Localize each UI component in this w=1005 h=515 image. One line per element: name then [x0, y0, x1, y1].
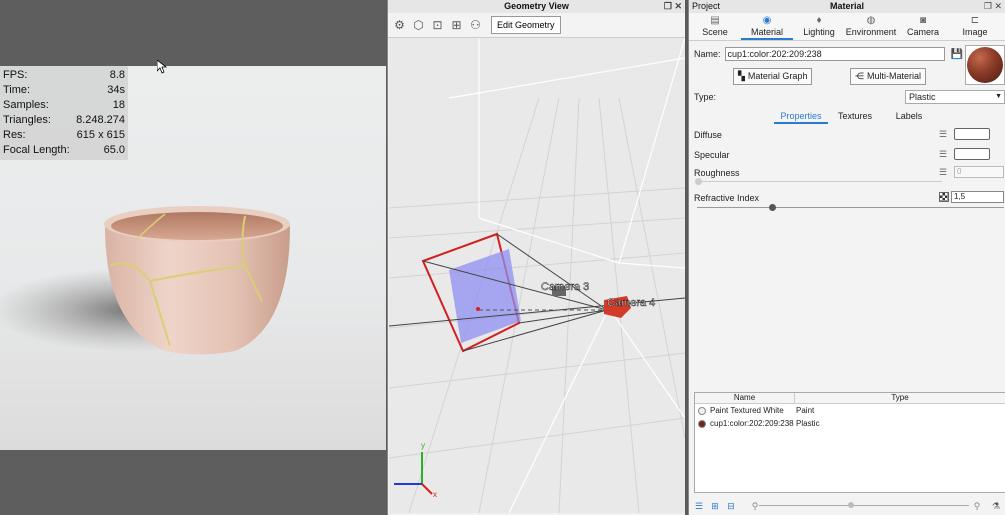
render-stats-overlay: FPS: 8.8 Time: 34s Samples: 18 Triangles: 8.…: [0, 66, 128, 160]
environment-icon: ◍: [866, 15, 876, 26]
zoom-in-icon[interactable]: ⚲: [972, 501, 982, 512]
stat-time: Time: 34s: [3, 84, 125, 96]
material-color-dot: [698, 406, 706, 415]
subtab-textures[interactable]: Textures: [828, 110, 882, 124]
hierarchy-icon[interactable]: ⚇: [468, 18, 483, 33]
camera-icon: ◙: [919, 15, 927, 26]
material-graph-button[interactable]: ▚ Material Graph: [733, 68, 813, 85]
chevron-down-icon: ▼: [995, 93, 1002, 100]
tab-lighting[interactable]: ♦ Lighting: [793, 13, 845, 40]
edit-geometry-button[interactable]: Edit Geometry: [491, 16, 561, 34]
material-name-input[interactable]: cup1:color:202:209:238: [724, 47, 945, 61]
table-header: Name Type: [695, 393, 1005, 404]
list-view-icon[interactable]: ☰: [694, 501, 704, 512]
geometry-3d-viewport[interactable]: Camera 3 Camera 4 y x: [389, 38, 685, 513]
grid-view-icon[interactable]: ⊞: [710, 501, 720, 512]
stat-samples: Samples: 18: [3, 99, 125, 111]
thumbnail-zoom-slider[interactable]: [759, 505, 969, 506]
material-panel-title: Material: [829, 1, 864, 11]
multi-material-icon: ⋲: [855, 71, 864, 81]
roughness-slider-track[interactable]: [697, 181, 942, 182]
settings-gear-icon[interactable]: ⚙: [392, 18, 407, 33]
stat-focal-length: Focal Length: 65.0: [3, 144, 125, 156]
stat-fps: FPS: 8.8: [3, 69, 125, 81]
material-bottom-toolbar: ☰ ⊞ ⊟ ⚲ ⚲ ⚗: [689, 497, 1005, 515]
geometry-view-panel: Geometry View ❐ ✕ ⚙ ⬡ ⊡ ⊞ ⚇ Edit Geometr…: [387, 0, 685, 515]
material-preview-sphere: [967, 47, 1003, 83]
close-icon[interactable]: ✕: [674, 1, 682, 11]
save-icon[interactable]: 💾: [951, 49, 963, 60]
geometry-toolbar: ⚙ ⬡ ⊡ ⊞ ⚇ Edit Geometry: [388, 13, 685, 38]
refractive-index-slider-track[interactable]: [697, 207, 1004, 208]
tab-scene[interactable]: ▤ Scene: [689, 13, 741, 40]
camera-3-label[interactable]: Camera 3: [541, 281, 590, 294]
refractive-index-slider-knob[interactable]: [769, 204, 776, 211]
table-row[interactable]: cup1:color:202:209:238 Plastic: [695, 417, 1005, 430]
svg-text:x: x: [433, 490, 437, 499]
column-header-type[interactable]: Type: [795, 393, 1005, 403]
scene-icon: ▤: [710, 15, 720, 26]
multi-material-button[interactable]: ⋲ Multi-Material: [850, 68, 927, 85]
axis-gizmo-icon: y x: [394, 441, 437, 499]
geometry-view-titlebar: Geometry View ❐ ✕: [388, 0, 685, 13]
refractive-index-input[interactable]: 1,5: [951, 191, 1004, 203]
tab-material[interactable]: ◉ Material: [741, 13, 793, 40]
column-header-name[interactable]: Name: [695, 393, 795, 403]
diffuse-label: Diffuse: [694, 130, 722, 140]
refractive-index-label: Refractive Index: [694, 193, 760, 203]
adjust-sliders-icon[interactable]: ☰: [939, 149, 951, 159]
geometry-scene: Camera 3 Camera 4 y x: [389, 38, 685, 513]
restore-icon[interactable]: ❐: [664, 1, 672, 11]
diffuse-color-swatch[interactable]: [954, 128, 990, 140]
material-list-table: Name Type Paint Textured White Paint cup…: [694, 392, 1005, 493]
app-window: FPS: 8.8 Time: 34s Samples: 18 Triangles: 8.…: [0, 0, 1005, 515]
tab-environment[interactable]: ◍ Environment: [845, 13, 897, 40]
subtab-labels[interactable]: Labels: [882, 110, 936, 124]
zoom-out-icon[interactable]: ⚲: [750, 501, 760, 512]
cube-view-icon[interactable]: ⬡: [411, 18, 426, 33]
tree-view-icon[interactable]: ⊟: [726, 501, 736, 512]
table-row[interactable]: Paint Textured White Paint: [695, 404, 1005, 417]
tab-image[interactable]: ⊏ Image: [949, 13, 1001, 40]
checker-texture-icon[interactable]: [939, 192, 949, 202]
material-panel: Project Material ❐ ✕ ▤ Scene ◉ Material ♦ L…: [688, 0, 1005, 515]
property-subtabs: Properties Textures Labels: [774, 110, 936, 124]
mouse-cursor-icon: [157, 60, 167, 74]
image-icon: ⊏: [970, 15, 980, 26]
roughness-slider-knob[interactable]: [695, 178, 702, 185]
material-type-select[interactable]: Plastic ▼: [905, 90, 1005, 104]
camera-4-label[interactable]: Camera 4: [607, 297, 656, 310]
geometry-view-title: Geometry View: [504, 1, 569, 11]
material-titlebar: Project Material ❐ ✕: [689, 0, 1005, 13]
subtab-properties[interactable]: Properties: [774, 110, 828, 124]
roughness-input[interactable]: 0: [954, 166, 1004, 178]
material-color-dot: [698, 419, 706, 428]
material-tab-bar: ▤ Scene ◉ Material ♦ Lighting ◍ Environment …: [689, 13, 1005, 41]
type-label: Type:: [694, 92, 717, 102]
lighting-icon: ♦: [816, 15, 822, 26]
name-row: Name: cup1:color:202:209:238 💾: [694, 47, 963, 61]
tab-camera[interactable]: ◙ Camera: [897, 13, 949, 40]
frame-select-icon[interactable]: ⊡: [430, 18, 445, 33]
specular-label: Specular: [694, 150, 730, 160]
material-preview[interactable]: [965, 45, 1005, 85]
render-viewport[interactable]: FPS: 8.8 Time: 34s Samples: 18 Triangles: 8.…: [0, 0, 386, 515]
graph-icon: ▚: [738, 71, 745, 81]
restore-icon[interactable]: ❐: [984, 1, 992, 11]
adjust-sliders-icon[interactable]: ☰: [939, 129, 951, 139]
material-icon: ◉: [762, 15, 772, 26]
stat-triangles: Triangles: 8.248.274: [3, 114, 125, 126]
adjust-sliders-icon[interactable]: ☰: [939, 167, 951, 177]
stat-resolution: Res: 615 x 615: [3, 129, 125, 141]
roughness-label: Roughness: [694, 168, 740, 178]
specular-color-swatch[interactable]: [954, 148, 990, 160]
filter-icon[interactable]: ⚗: [991, 501, 1001, 512]
grid-icon[interactable]: ⊞: [449, 18, 464, 33]
thumbnail-zoom-knob[interactable]: [848, 502, 854, 508]
svg-text:y: y: [421, 441, 425, 450]
name-label: Name:: [694, 49, 721, 59]
close-icon[interactable]: ✕: [994, 1, 1002, 11]
